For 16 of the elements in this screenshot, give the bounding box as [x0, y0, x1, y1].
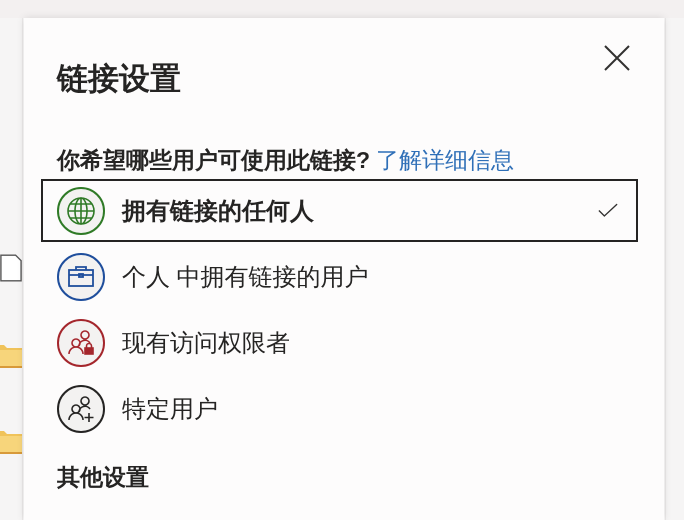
audience-option[interactable]: 特定用户	[41, 377, 638, 440]
question-text: 你希望哪些用户可使用此链接?	[57, 146, 370, 175]
dialog-title: 链接设置	[57, 60, 182, 98]
close-icon[interactable]	[603, 44, 631, 72]
folder-icon	[0, 428, 22, 454]
option-label: 现有访问权限者	[122, 328, 291, 358]
audience-option[interactable]: 个人 中拥有链接的用户	[41, 245, 638, 308]
option-label: 特定用户	[122, 394, 219, 424]
learn-more-link[interactable]: 了解详细信息	[376, 144, 514, 176]
audience-option[interactable]: 现有访问权限者	[41, 311, 638, 374]
option-label: 个人 中拥有链接的用户	[122, 262, 370, 292]
audience-option[interactable]: 拥有链接的任何人	[41, 179, 638, 242]
folder-icon	[0, 342, 22, 368]
option-label: 拥有链接的任何人	[122, 196, 315, 226]
section-heading: 其他设置	[57, 463, 150, 492]
checkmark-icon	[598, 203, 618, 218]
